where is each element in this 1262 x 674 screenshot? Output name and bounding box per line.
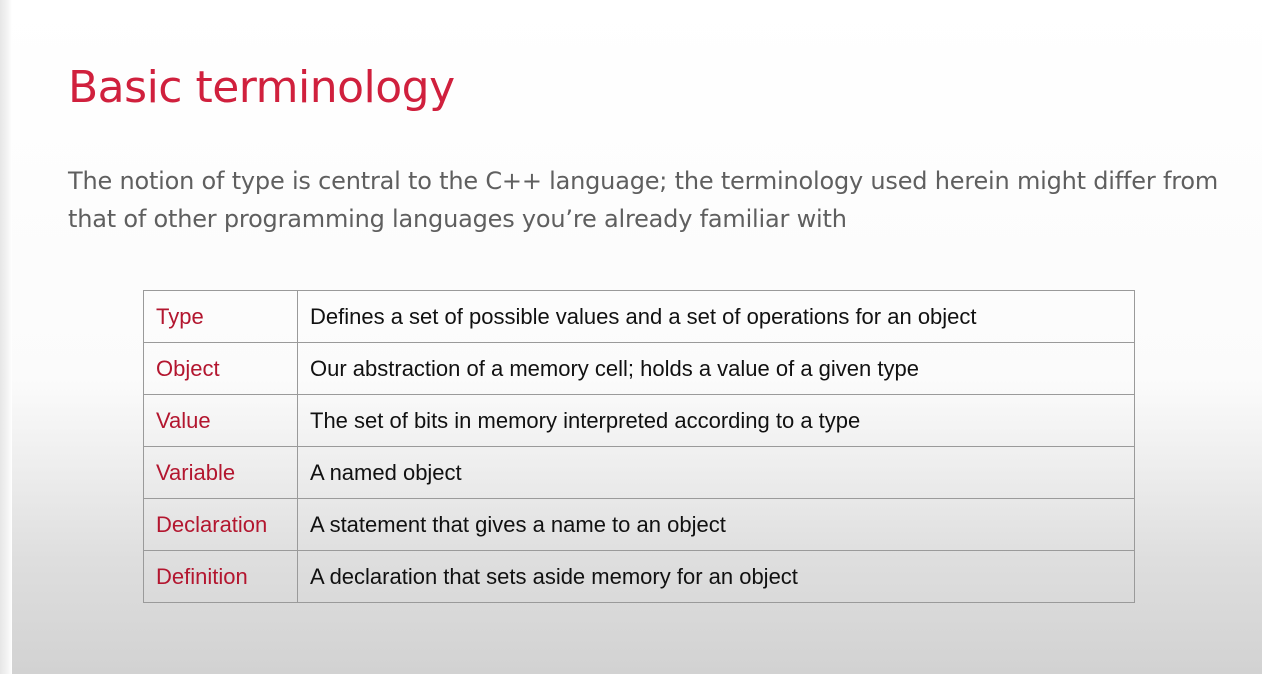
- table-row: Definition A declaration that sets aside…: [143, 550, 1135, 603]
- intro-paragraph: The notion of type is central to the C++…: [68, 167, 1218, 233]
- table-row: Type Defines a set of possible values an…: [143, 290, 1135, 343]
- table-row: Object Our abstraction of a memory cell;…: [143, 342, 1135, 395]
- term-cell: Definition: [143, 550, 298, 603]
- viewer-left-edge: [0, 0, 12, 674]
- definition-cell: A declaration that sets aside memory for…: [297, 550, 1135, 603]
- terminology-table: Type Defines a set of possible values an…: [143, 290, 1135, 603]
- term-cell: Type: [143, 290, 298, 343]
- term-cell: Declaration: [143, 498, 298, 551]
- table-row: Value The set of bits in memory interpre…: [143, 394, 1135, 447]
- definition-cell: A named object: [297, 446, 1135, 499]
- term-cell: Value: [143, 394, 298, 447]
- definition-cell: A statement that gives a name to an obje…: [297, 498, 1135, 551]
- table-row: Variable A named object: [143, 446, 1135, 499]
- slide-title: Basic terminology: [68, 62, 455, 113]
- definition-cell: Our abstraction of a memory cell; holds …: [297, 342, 1135, 395]
- term-cell: Object: [143, 342, 298, 395]
- definition-cell: Defines a set of possible values and a s…: [297, 290, 1135, 343]
- definition-cell: The set of bits in memory interpreted ac…: [297, 394, 1135, 447]
- table-row: Declaration A statement that gives a nam…: [143, 498, 1135, 551]
- term-cell: Variable: [143, 446, 298, 499]
